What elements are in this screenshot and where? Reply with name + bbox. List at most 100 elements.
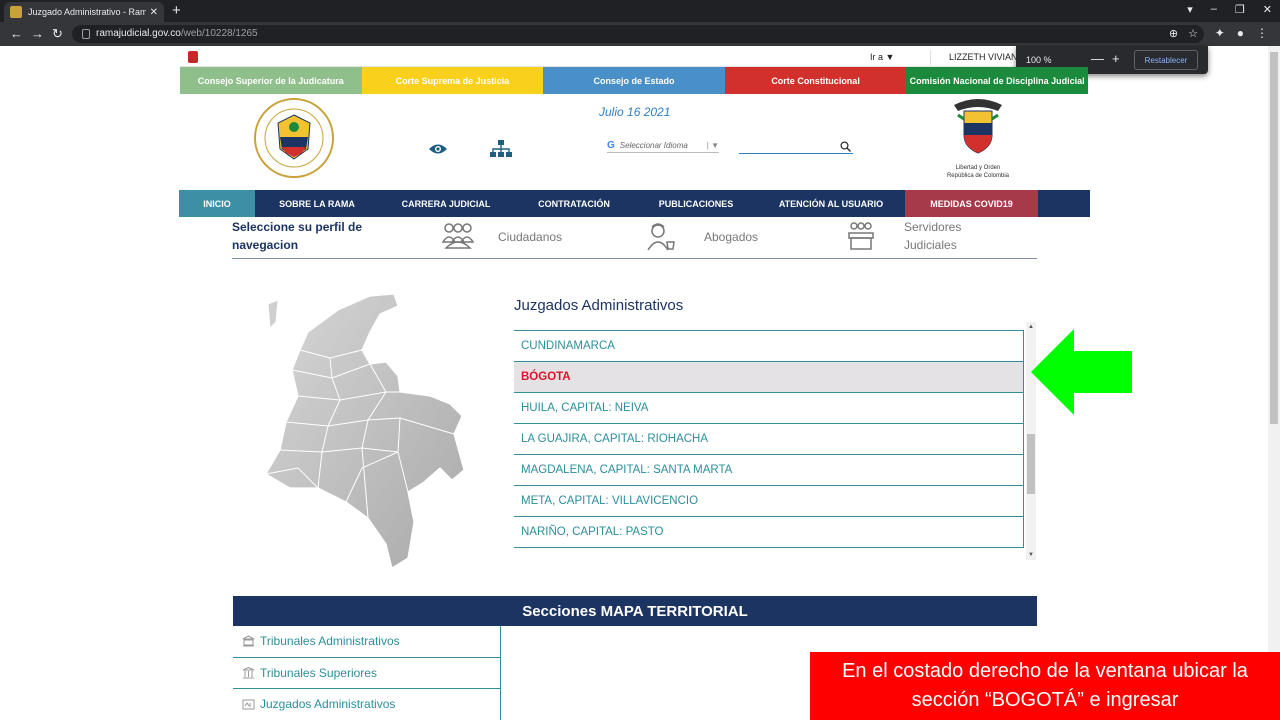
extensions-icon[interactable]: ✦ [1215,26,1225,40]
sections-list: Tribunales Administrativos Tribunales Su… [233,626,501,720]
zoom-level: 100 % [1026,55,1052,65]
jurisdiction-title: Juzgados Administrativos [514,297,684,314]
nav-publicaciones[interactable]: PUBLICACIONES [635,190,757,217]
instruction-overlay: En el costado derecho de la ventana ubic… [810,652,1280,720]
corp-comision-disciplina[interactable]: Comisión Nacional de Disciplina Judicial [906,67,1088,94]
nav-contratacion[interactable]: CONTRATACIÓN [513,190,635,217]
instruction-line-1: En el costado derecho de la ventana ubic… [842,660,1248,682]
list-item-huila[interactable]: HUILA, CAPITAL: NEIVA [514,393,1024,424]
page-scrollbar[interactable] [1268,46,1280,720]
main-navigation: INICIO SOBRE LA RAMA CARRERA JUDICIAL CO… [179,190,1090,217]
nav-sobre-la-rama[interactable]: SOBRE LA RAMA [255,190,379,217]
profile-servidores-label: Servidores Judiciales [904,220,962,252]
user-menu[interactable]: LIZZETH VIVIAN [930,50,1018,65]
corp-corte-suprema[interactable]: Corte Suprema de Justicia [361,67,544,94]
profile-servidores[interactable]: Servidores Judiciales [846,218,984,254]
nav-medidas-covid19[interactable]: MEDIDAS COVID19 [905,190,1038,217]
section-tribunales-administrativos[interactable]: Tribunales Administrativos [233,626,501,658]
lock-icon[interactable] [82,29,90,39]
colombia-coat-of-arms-icon [954,99,1002,154]
address-bar[interactable]: ramajudicial.gov.co/web/10228/1265 ⊕ ☆ [72,25,1204,43]
list-item-cundinamarca[interactable]: CUNDINAMARCA [514,331,1024,362]
goto-menu[interactable]: Ir a ▼ [870,52,894,62]
site-search-input[interactable] [739,139,853,154]
profile-icon[interactable]: ● [1237,26,1244,40]
profile-abogados-label: Abogados [704,230,759,244]
tab-close-icon[interactable]: ✕ [150,7,158,18]
corp-consejo-estado[interactable]: Consejo de Estado [543,67,725,94]
url-host: ramajudicial.gov.co [96,28,181,39]
rama-judicial-seal[interactable] [252,97,336,184]
nav-carrera-judicial[interactable]: CARRERA JUDICIAL [379,190,513,217]
liferay-logo-icon[interactable] [188,51,198,63]
list-scroll-thumb[interactable] [1027,434,1035,494]
columns-icon [242,666,255,679]
restore-button[interactable]: ❐ [1235,3,1245,16]
profile-ciudadanos-label: Ciudadanos [498,230,563,244]
site-favicon-icon [10,6,22,18]
accessibility-eye-icon[interactable] [428,142,448,161]
chevron-down-icon: | ▼ [706,141,719,150]
tab-title: Juzgado Administrativo - Rama J [28,7,146,17]
list-item-magdalena[interactable]: MAGDALENA, CAPITAL: SANTA MARTA [514,455,1024,486]
reload-button[interactable]: ↻ [52,26,63,42]
google-translate-icon: G [607,140,615,151]
green-arrow-icon [1031,329,1133,420]
list-item-la-guajira[interactable]: LA GUAJIRA, CAPITAL: RIOHACHA [514,424,1024,455]
zoom-in-button[interactable]: + [1112,51,1120,66]
minimize-button[interactable]: – [1211,3,1217,16]
scroll-down-icon[interactable]: ▼ [1028,552,1034,558]
language-selector[interactable]: G Seleccionar Idioma | ▼ [607,139,719,153]
bookmark-star-icon[interactable]: ☆ [1188,27,1198,40]
list-item-bogota[interactable]: BÓGOTA [514,362,1024,393]
jurisdiction-list: CUNDINAMARCA BÓGOTA HUILA, CAPITAL: NEIV… [514,322,1036,560]
colombia-map-svg [265,293,465,569]
coat-of-arms-caption-1: Libertad y Orden [955,165,1001,171]
nav-atencion-usuario[interactable]: ATENCIÓN AL USUARIO [757,190,905,217]
zoom-out-button[interactable]: — [1091,51,1104,66]
courthouse-icon [242,635,255,647]
zoom-icon[interactable]: ⊕ [1169,27,1178,40]
page-scroll-thumb[interactable] [1270,52,1278,424]
back-button[interactable]: ← [10,26,23,41]
corp-consejo-superior[interactable]: Consejo Superior de la Judicatura [180,67,362,94]
omnibox-icons: ⊕ ☆ [1169,27,1198,40]
citizens-icon [441,223,475,249]
list-item-narino[interactable]: NARIÑO, CAPITAL: PASTO [514,517,1024,548]
language-selector-label: Seleccionar Idioma [619,141,688,150]
corp-corte-constitucional[interactable]: Corte Constitucional [724,67,907,94]
profile-ciudadanos[interactable]: Ciudadanos [440,222,562,252]
new-tab-button[interactable]: + [172,2,181,19]
section-label: Tribunales Administrativos [260,634,400,649]
zoom-reset-button[interactable]: Restablecer [1134,50,1198,70]
toolbar-icons: ✦ ● ⋮ [1215,26,1268,40]
section-label: Tribunales Superiores [260,665,377,680]
search-icon[interactable] [840,139,852,157]
sitemap-icon[interactable] [490,140,512,163]
browser-tabbar: Juzgado Administrativo - Rama J ✕ + ▾ – … [0,0,1280,22]
section-juzgados-administrativos[interactable]: Juzgados Administrativos [233,689,501,720]
sections-title: Secciones MAPA TERRITORIAL [233,596,1037,626]
lawyer-icon [647,223,675,251]
close-window-button[interactable]: ✕ [1263,3,1272,16]
rama-judicial-seal-icon [254,98,334,178]
colombia-map[interactable] [258,292,473,577]
corporations-bar: Consejo Superior de la Judicatura Corte … [180,67,1088,94]
list-item-meta[interactable]: META, CAPITAL: VILLAVICENCIO [514,486,1024,517]
colombia-coat-of-arms[interactable]: Libertad y Orden República de Colombia [944,97,1012,180]
url-path: /web/10228/1265 [180,28,258,39]
profile-abogados[interactable]: Abogados [643,222,758,252]
url-text: ramajudicial.gov.co/web/10228/1265 [96,28,258,39]
section-label: Juzgados Administrativos [260,697,396,712]
portal-top-strip: Ir a ▼ LIZZETH VIVIAN [180,48,1088,67]
media-icon[interactable]: ▾ [1187,3,1193,16]
profile-title: Seleccione su perfil de navegacion [232,220,363,252]
browser-menu-icon[interactable]: ⋮ [1256,26,1268,40]
window-controls: ▾ – ❐ ✕ [1187,3,1272,16]
profile-divider [232,258,1037,259]
forward-button[interactable]: → [31,26,44,41]
nav-inicio[interactable]: INICIO [179,190,255,217]
section-tribunales-superiores[interactable]: Tribunales Superiores [233,657,501,689]
court-badge-icon [242,699,255,710]
browser-tab[interactable]: Juzgado Administrativo - Rama J ✕ [4,2,164,22]
